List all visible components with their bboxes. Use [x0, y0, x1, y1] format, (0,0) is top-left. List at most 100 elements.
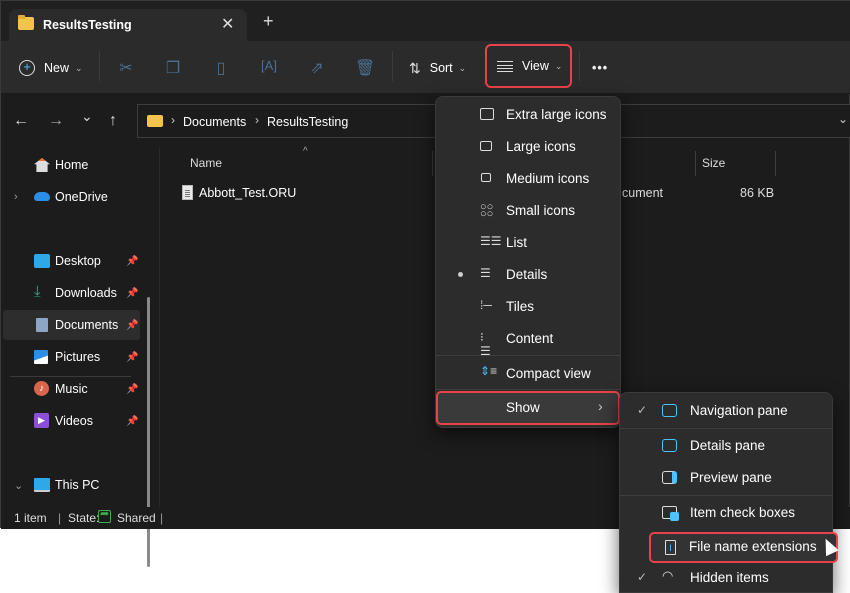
navigation-pane: Home › OneDrive Desktop 📌 ⤓ Downloads 📌 …: [1, 147, 151, 567]
this-pc-icon: [34, 478, 50, 492]
hidden-items-icon: ◠: [662, 568, 674, 583]
column-divider[interactable]: [432, 151, 433, 176]
rename-icon[interactable]: [A]: [259, 58, 279, 78]
submenu-item-file-name-extensions[interactable]: I File name extensions: [649, 532, 838, 563]
item-check-boxes-icon: [662, 506, 679, 521]
pin-icon[interactable]: 📌: [126, 288, 138, 299]
view-button[interactable]: View ⌄: [485, 44, 572, 88]
navigation-pane-icon: [662, 404, 677, 417]
copy-icon[interactable]: ❐: [163, 58, 183, 78]
details-pane-icon: [662, 439, 677, 452]
pin-icon[interactable]: 📌: [126, 256, 138, 267]
breadcrumb-documents[interactable]: Documents: [183, 115, 246, 129]
pin-icon[interactable]: 📌: [126, 320, 138, 331]
new-tab-button[interactable]: +: [263, 11, 274, 32]
paste-icon[interactable]: ▯: [211, 58, 231, 78]
delete-icon[interactable]: 🗑: [355, 58, 375, 78]
folder-icon: [147, 115, 163, 127]
navigation-row: ← → ⌄ ↑ › Documents › ResultsTesting ⌄: [1, 95, 850, 147]
submenu-item-preview-pane[interactable]: Preview pane: [624, 463, 830, 493]
new-button[interactable]: + New ⌄: [19, 53, 83, 83]
chevron-down-icon[interactable]: ⌄: [14, 479, 23, 492]
documents-icon: [36, 318, 48, 332]
menu-divider: [620, 495, 832, 496]
tab-results-testing[interactable]: ResultsTesting ✕: [9, 9, 247, 41]
command-bar: + New ⌄ ✂ ❐ ▯ [A] ⇗ 🗑 ⇅ Sort ⌄ View ⌄ ••…: [1, 41, 850, 94]
column-divider[interactable]: [695, 151, 696, 176]
menu-item-small-icons[interactable]: ○○ ○○ Small icons: [440, 195, 616, 225]
address-dropdown-icon[interactable]: ⌄: [838, 112, 848, 126]
submenu-item-hidden-items[interactable]: ✓ ◠ Hidden items: [624, 563, 830, 593]
sidebar-item-home[interactable]: Home: [3, 150, 140, 180]
menu-item-medium-icons[interactable]: Medium icons: [440, 163, 616, 193]
sort-label: Sort: [429, 61, 453, 75]
menu-item-details[interactable]: ☰ Details: [440, 259, 616, 289]
column-header-size[interactable]: Size: [702, 156, 725, 170]
file-icon: [182, 185, 193, 200]
up-button[interactable]: ↑: [109, 112, 117, 130]
sidebar-item-pictures[interactable]: Pictures 📌: [3, 342, 140, 372]
sidebar-item-documents[interactable]: Documents 📌: [3, 310, 140, 340]
sort-icon: ⇅: [409, 59, 421, 76]
close-icon[interactable]: ✕: [221, 14, 234, 34]
column-divider[interactable]: [775, 151, 776, 176]
medium-icons-icon: [481, 173, 491, 182]
menu-item-show[interactable]: Show ›: [436, 391, 620, 425]
sidebar-item-this-pc[interactable]: ⌄ This PC: [3, 470, 140, 500]
shared-icon: [98, 507, 111, 523]
view-icon: [497, 60, 513, 72]
submenu-item-navigation-pane[interactable]: ✓ Navigation pane: [624, 396, 830, 426]
pin-icon[interactable]: 📌: [126, 384, 138, 395]
title-bar: ResultsTesting ✕ +: [1, 1, 850, 41]
toolbar-divider: [392, 51, 393, 81]
breadcrumb-results-testing[interactable]: ResultsTesting: [267, 115, 348, 129]
menu-divider: [436, 355, 620, 356]
state-value: Shared: [117, 511, 156, 525]
sidebar-item-onedrive[interactable]: › OneDrive: [3, 182, 140, 212]
sort-button[interactable]: ⇅ Sort ⌄: [409, 53, 466, 83]
preview-pane-icon: [662, 471, 677, 484]
menu-item-compact-view[interactable]: ⇕≡ Compact view: [440, 358, 616, 388]
cut-icon[interactable]: ✂: [116, 58, 136, 78]
menu-item-tiles[interactable]: ⁞─ Tiles: [440, 291, 616, 321]
tiles-icon: ⁞─: [480, 298, 492, 312]
sidebar-item-videos[interactable]: ▶ Videos 📌: [3, 406, 140, 436]
view-menu: Extra large icons Large icons Medium ico…: [435, 96, 621, 428]
menu-item-list[interactable]: ☰☰ List: [440, 227, 616, 257]
submenu-item-item-check-boxes[interactable]: Item check boxes: [624, 498, 830, 528]
show-submenu: ✓ Navigation pane Details pane Preview p…: [619, 392, 838, 593]
file-type: cument: [622, 186, 663, 200]
extra-large-icons-icon: [480, 108, 494, 120]
column-header-name[interactable]: Name: [190, 156, 222, 170]
pin-icon[interactable]: 📌: [126, 352, 138, 363]
item-count: 1 item: [14, 511, 47, 525]
menu-item-large-icons[interactable]: Large icons: [440, 131, 616, 161]
sidebar-item-downloads[interactable]: ⤓ Downloads 📌: [3, 278, 140, 308]
back-button[interactable]: ←: [13, 112, 29, 130]
file-size: 86 KB: [740, 186, 775, 200]
status-divider: |: [160, 511, 164, 525]
file-name-extensions-icon: I: [665, 540, 676, 555]
forward-button[interactable]: →: [48, 112, 64, 130]
onedrive-icon: [34, 192, 50, 201]
plus-circle-icon: +: [19, 60, 35, 76]
downloads-icon: ⤓: [34, 283, 41, 300]
file-name: Abbott_Test.ORU: [199, 186, 297, 200]
menu-item-content[interactable]: ⁝☰ Content: [440, 323, 616, 358]
details-icon: ☰: [480, 266, 491, 280]
sidebar-item-desktop[interactable]: Desktop 📌: [3, 246, 140, 276]
home-icon: [34, 158, 50, 172]
more-options-button[interactable]: •••: [592, 53, 608, 83]
pin-icon[interactable]: 📌: [126, 416, 138, 427]
chevron-right-icon[interactable]: ›: [14, 191, 18, 203]
menu-item-extra-large-icons[interactable]: Extra large icons: [440, 99, 616, 129]
new-label: New: [44, 61, 70, 75]
sidebar-item-music[interactable]: ♪ Music 📌: [3, 374, 140, 404]
submenu-item-details-pane[interactable]: Details pane: [624, 431, 830, 461]
recent-locations-button[interactable]: ⌄: [81, 108, 93, 125]
chevron-down-icon: ⌄: [554, 60, 563, 71]
list-icon: ☰☰: [480, 234, 502, 248]
status-divider: |: [58, 511, 62, 525]
share-icon[interactable]: ⇗: [307, 58, 327, 78]
chevron-down-icon: ⌄: [75, 62, 83, 73]
